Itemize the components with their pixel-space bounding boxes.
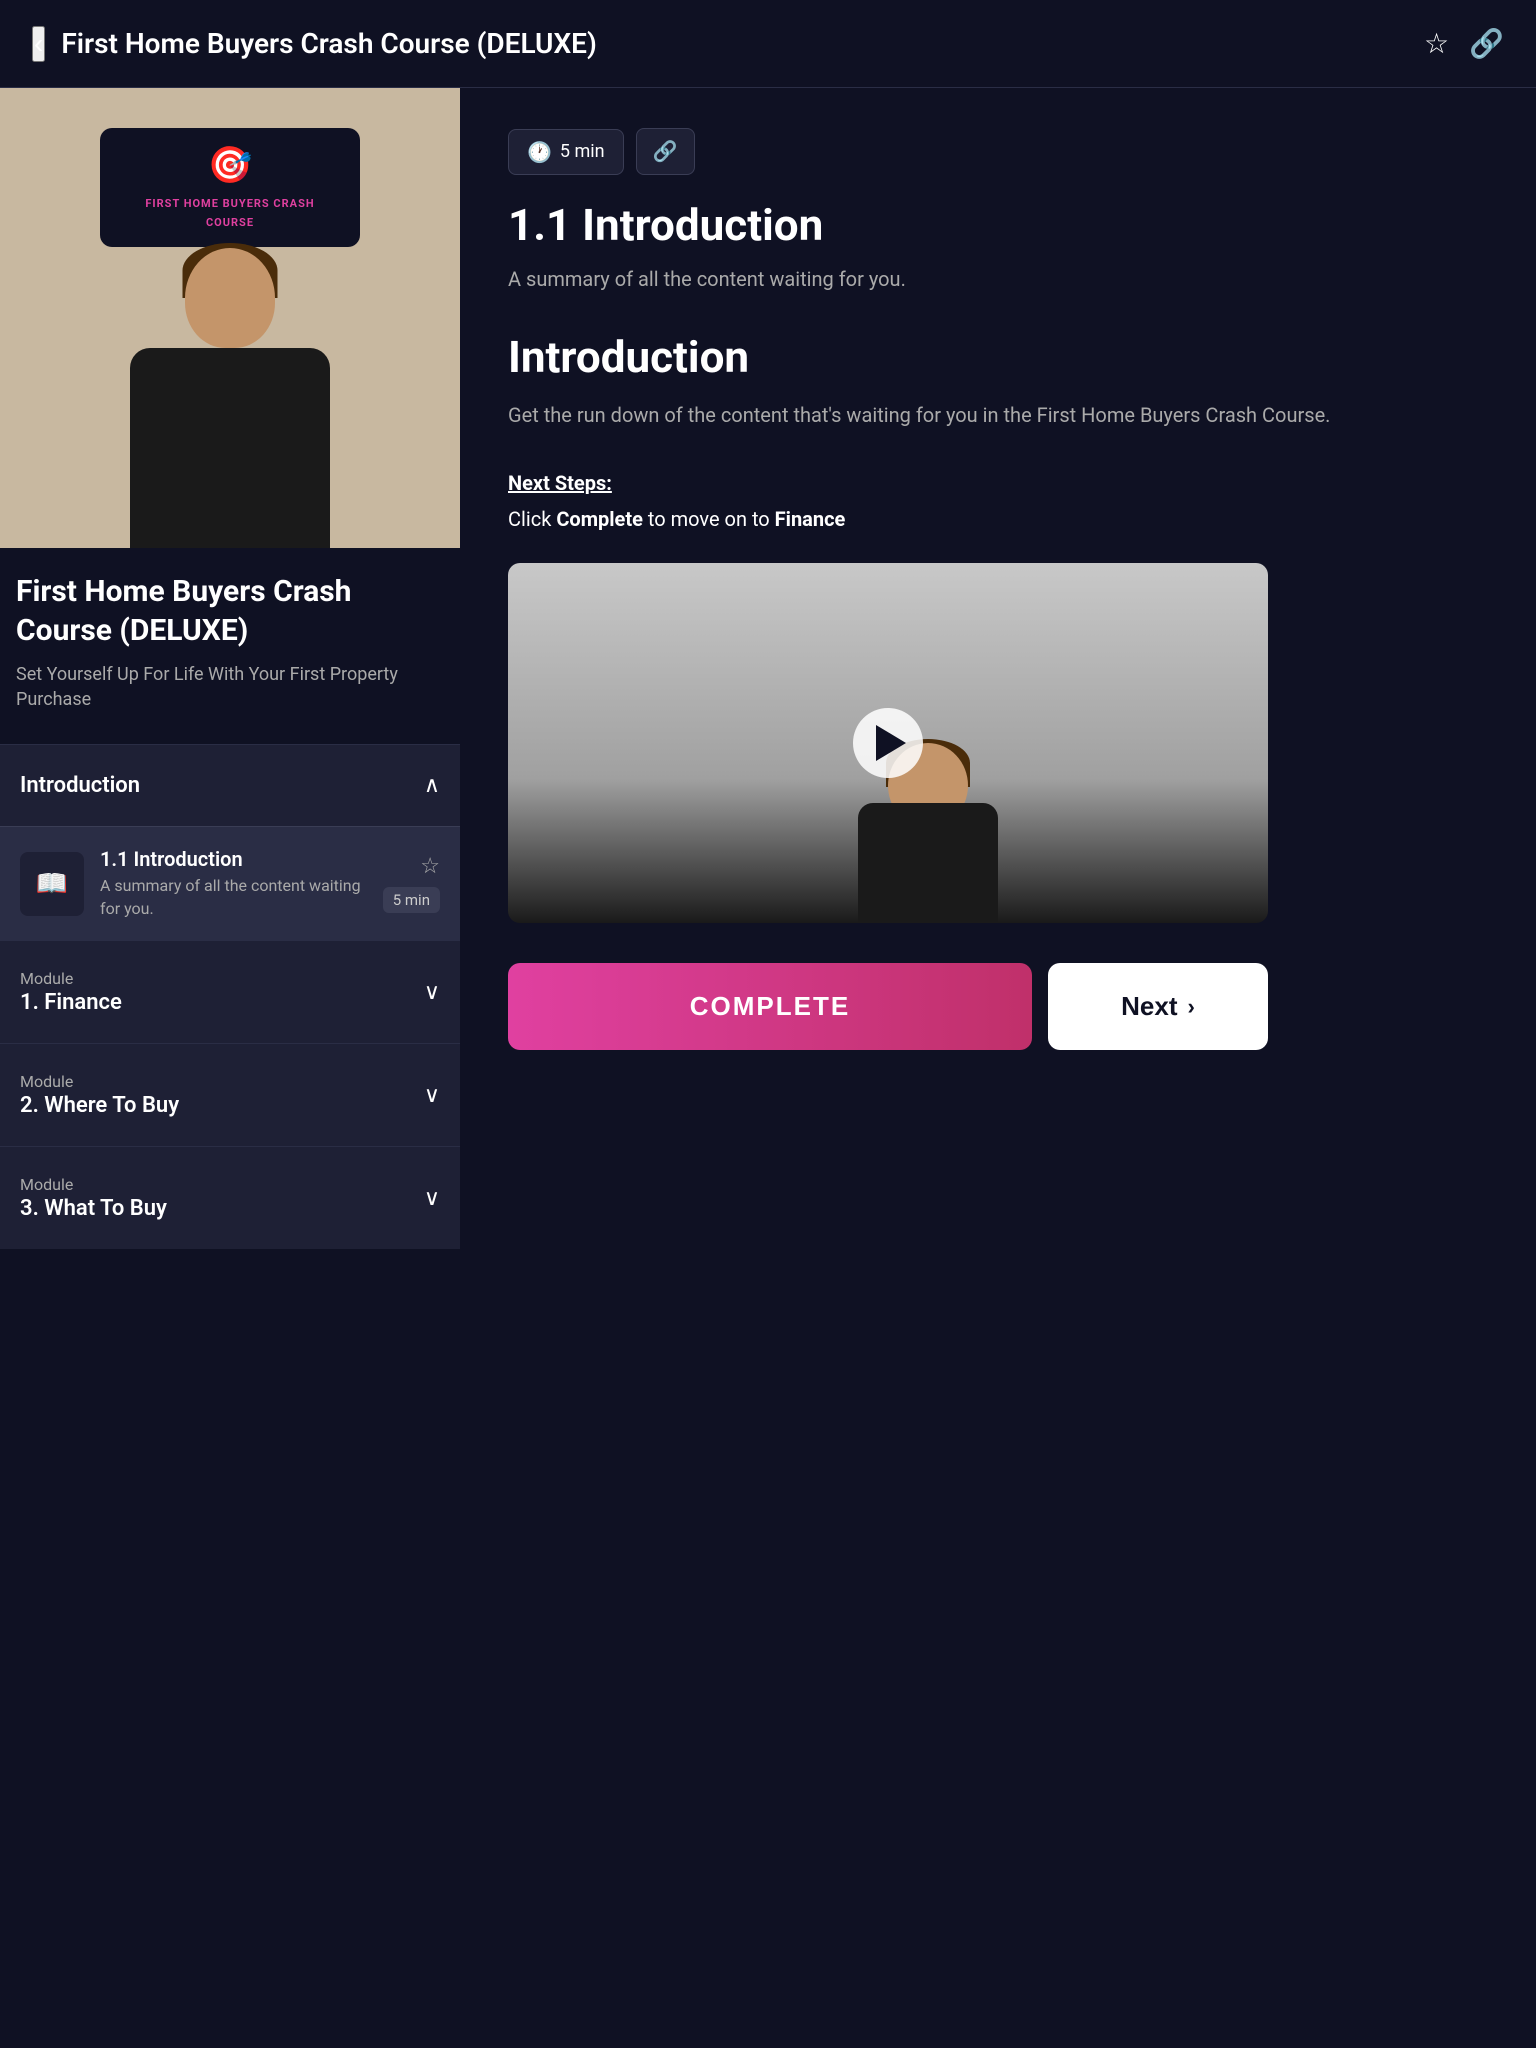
header-title: First Home Buyers Crash Course (DELUXE) — [61, 27, 596, 60]
lesson-info: 1.1 Introduction A summary of all the co… — [100, 847, 367, 920]
section-body: Get the run down of the content that's w… — [508, 399, 1488, 431]
complete-bold: Complete — [556, 507, 643, 531]
next-label: Next — [1121, 991, 1177, 1022]
introduction-section: Introduction ∧ 📖 1.1 Introduction A summ… — [0, 744, 460, 940]
lesson-summary: A summary of all the content waiting for… — [508, 267, 1488, 291]
chevron-down-icon-1: ∨ — [424, 980, 440, 1005]
module2-sub: Module — [20, 1072, 179, 1091]
section-heading: Introduction — [508, 331, 1488, 383]
person-figure — [90, 248, 370, 548]
course-info: First Home Buyers Crash Course (DELUXE) … — [0, 548, 460, 728]
next-steps-text: Click Complete to move on to Finance — [508, 507, 1488, 531]
lesson-meta: ☆ 5 min — [383, 854, 440, 913]
introduction-label: Introduction — [20, 773, 140, 798]
action-buttons: COMPLETE Next › — [508, 963, 1268, 1050]
chevron-down-icon-2: ∨ — [424, 1083, 440, 1108]
link-button[interactable]: 🔗 — [636, 128, 695, 175]
person-head — [185, 248, 275, 348]
module1-header[interactable]: Module 1. Finance ∨ — [0, 941, 460, 1043]
logo-box: 🎯 FIRST HOME BUYERS CRASH COURSE — [100, 128, 360, 247]
course-subtitle: Set Yourself Up For Life With Your First… — [16, 662, 444, 712]
module1-sub: Module — [20, 969, 122, 988]
clock-icon: 🕐 — [527, 140, 552, 164]
lesson-title: 1.1 Introduction — [100, 847, 367, 871]
module3-text: Module 3. What To Buy — [20, 1175, 167, 1221]
video-person-body — [858, 803, 998, 923]
module1-text: Module 1. Finance — [20, 969, 122, 1015]
header-icons: ☆ 🔗 — [1424, 27, 1504, 60]
module3-header[interactable]: Module 3. What To Buy ∨ — [0, 1147, 460, 1249]
main-layout: 🎯 FIRST HOME BUYERS CRASH COURSE First H… — [0, 88, 1536, 2048]
back-button[interactable]: ‹ — [32, 26, 45, 62]
play-triangle-icon — [876, 725, 906, 761]
bookmark-button[interactable]: ☆ — [1424, 27, 1449, 60]
share-button[interactable]: 🔗 — [1469, 27, 1504, 60]
module3-sub: Module — [20, 1175, 167, 1194]
person-body — [130, 348, 330, 548]
left-panel: 🎯 FIRST HOME BUYERS CRASH COURSE First H… — [0, 88, 460, 2048]
lesson-icon-box: 📖 — [20, 852, 84, 916]
complete-button[interactable]: COMPLETE — [508, 963, 1032, 1050]
next-steps-label: Next Steps: — [508, 471, 1488, 495]
next-button[interactable]: Next › — [1048, 963, 1268, 1050]
time-value: 5 min — [560, 141, 605, 162]
module2-text: Module 2. Where To Buy — [20, 1072, 179, 1118]
module3-section: Module 3. What To Buy ∨ — [0, 1146, 460, 1249]
lesson-desc: A summary of all the content waiting for… — [100, 875, 367, 920]
logo-icon: 🎯 — [124, 144, 336, 186]
module2-label: 2. Where To Buy — [20, 1093, 179, 1118]
module2-header[interactable]: Module 2. Where To Buy ∨ — [0, 1044, 460, 1146]
chevron-down-icon-3: ∨ — [424, 1186, 440, 1211]
introduction-header[interactable]: Introduction ∧ — [0, 745, 460, 826]
next-steps-text-1: Click — [508, 507, 556, 531]
header: ‹ First Home Buyers Crash Course (DELUXE… — [0, 0, 1536, 88]
finance-bold: Finance — [775, 507, 846, 531]
book-icon: 📖 — [36, 869, 68, 899]
module1-label: 1. Finance — [20, 990, 122, 1015]
module2-section: Module 2. Where To Buy ∨ — [0, 1043, 460, 1146]
course-title: First Home Buyers Crash Course (DELUXE) — [16, 572, 444, 650]
video-container — [508, 563, 1268, 923]
module1-section: Module 1. Finance ∨ — [0, 940, 460, 1043]
logo-text: FIRST HOME BUYERS CRASH COURSE — [145, 197, 314, 229]
header-left: ‹ First Home Buyers Crash Course (DELUXE… — [32, 26, 597, 62]
course-thumbnail: 🎯 FIRST HOME BUYERS CRASH COURSE — [0, 88, 460, 548]
play-button[interactable] — [853, 708, 923, 778]
lesson-item-1-1[interactable]: 📖 1.1 Introduction A summary of all the … — [0, 826, 460, 940]
next-steps-text-2: to move on to — [643, 507, 775, 531]
star-icon[interactable]: ☆ — [420, 854, 440, 879]
lesson-main-title: 1.1 Introduction — [508, 199, 1488, 251]
sidebar-modules: Introduction ∧ 📖 1.1 Introduction A summ… — [0, 744, 460, 2048]
duration-badge: 5 min — [383, 887, 440, 913]
right-panel: 🕐 5 min 🔗 1.1 Introduction A summary of … — [460, 88, 1536, 2048]
time-badge: 🕐 5 min — [508, 129, 624, 175]
lesson-header-meta: 🕐 5 min 🔗 — [508, 128, 1488, 175]
module3-label: 3. What To Buy — [20, 1196, 167, 1221]
next-arrow-icon: › — [1188, 994, 1195, 1020]
chevron-up-icon: ∧ — [424, 773, 440, 798]
